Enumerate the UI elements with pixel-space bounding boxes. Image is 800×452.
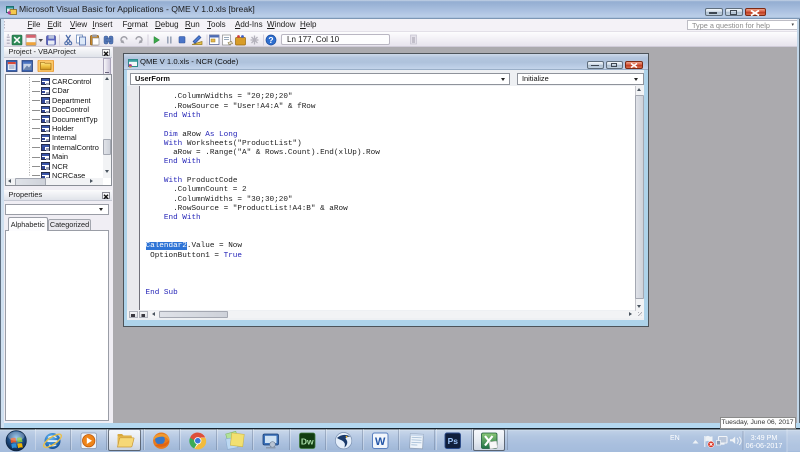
svg-text:W: W <box>375 436 386 448</box>
svg-text:Ps: Ps <box>448 436 459 446</box>
svg-text:?: ? <box>268 35 273 45</box>
svg-text:Dw: Dw <box>301 436 314 446</box>
